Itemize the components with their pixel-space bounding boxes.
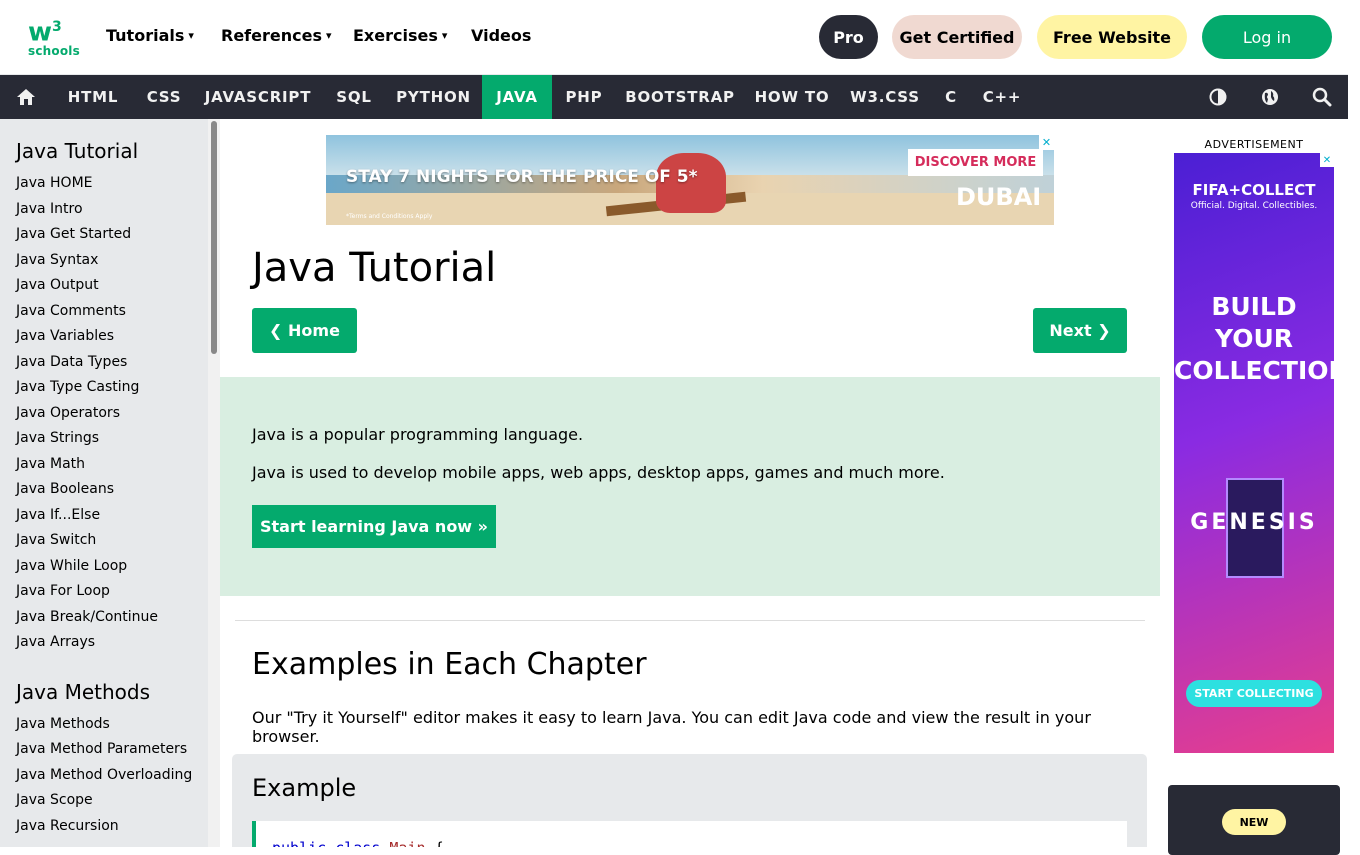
intro-text: Java is a popular programming language. xyxy=(252,425,584,444)
sidebar-section-title: Java Methods xyxy=(16,679,151,704)
section-heading: Examples in Each Chapter xyxy=(252,647,647,682)
main-content: STAY 7 NIGHTS FOR THE PRICE OF 5* *Terms… xyxy=(220,119,1160,847)
nav-item-javascript[interactable]: JAVASCRIPT xyxy=(196,75,320,119)
sidebar-item-java-variables[interactable]: Java Variables xyxy=(0,324,208,350)
topnav-references[interactable]: References ▾ xyxy=(221,26,332,45)
sidebar-item-java-if-else[interactable]: Java If...Else xyxy=(0,503,208,529)
contrast-icon[interactable] xyxy=(1196,75,1240,119)
login-button[interactable]: Log in xyxy=(1202,15,1332,59)
ad-terms: *Terms and Conditions Apply xyxy=(346,213,433,220)
divider xyxy=(235,620,1145,621)
sidebar-section-title: Java Tutorial xyxy=(16,139,139,163)
sidebar-item-java-booleans[interactable]: Java Booleans xyxy=(0,477,208,503)
sidebar-item-java-method-parameters[interactable]: Java Method Parameters xyxy=(0,737,208,763)
sidebar-item-java-arrays[interactable]: Java Arrays xyxy=(0,630,208,656)
sidebar-item-java-output[interactable]: Java Output xyxy=(0,273,208,299)
sidebar-item-java-switch[interactable]: Java Switch xyxy=(0,528,208,554)
sidebar-item-java-for-loop[interactable]: Java For Loop xyxy=(0,579,208,605)
sidebar-item-java-method-overloading[interactable]: Java Method Overloading xyxy=(0,763,208,789)
sidebar-item-java-syntax[interactable]: Java Syntax xyxy=(0,248,208,274)
code-line: public class Main { xyxy=(272,839,444,847)
caret-down-icon: ▾ xyxy=(441,29,448,42)
ad-brand: DUBAI xyxy=(956,183,1042,211)
page-title: Java Tutorial xyxy=(252,245,497,291)
sidebar-item-java-home[interactable]: Java HOME xyxy=(0,171,208,197)
ad-close-icon[interactable]: ✕ xyxy=(1320,153,1334,167)
prev-home-button[interactable]: ❮ Home xyxy=(252,308,357,353)
sidebar-item-java-while-loop[interactable]: Java While Loop xyxy=(0,554,208,580)
ad-headline: BUILD YOUR COLLECTION xyxy=(1174,292,1334,385)
globe-icon[interactable] xyxy=(1248,75,1292,119)
right-column: ADVERTISEMENT FIFA+COLLECT Official. Dig… xyxy=(1160,119,1348,855)
search-icon[interactable] xyxy=(1300,75,1344,119)
sidebar: Java Tutorial Java HOME Java Intro Java … xyxy=(0,119,208,847)
nav-item-python[interactable]: PYTHON xyxy=(387,75,480,119)
new-badge: NEW xyxy=(1222,809,1286,835)
topnav-tutorials[interactable]: Tutorials ▾ xyxy=(106,26,194,45)
nav-item-sql[interactable]: SQL xyxy=(325,75,383,119)
sidebar-item-java-intro[interactable]: Java Intro xyxy=(0,197,208,223)
home-icon[interactable] xyxy=(0,75,52,119)
main-navbar: HTML CSS JAVASCRIPT SQL PYTHON JAVA PHP … xyxy=(0,75,1348,119)
skyscraper-ad[interactable]: FIFA+COLLECT Official. Digital. Collecti… xyxy=(1174,153,1334,753)
ad-tagline: Official. Digital. Collectibles. xyxy=(1190,201,1318,211)
sidebar-item-java-break-continue[interactable]: Java Break/Continue xyxy=(0,605,208,631)
sidebar-item-java-get-started[interactable]: Java Get Started xyxy=(0,222,208,248)
ad-close-icon[interactable]: ✕ xyxy=(1039,135,1054,150)
ad-start-collecting-button[interactable]: START COLLECTING xyxy=(1186,680,1322,707)
get-certified-button[interactable]: Get Certified xyxy=(892,15,1022,59)
section-description: Our "Try it Yourself" editor makes it ea… xyxy=(252,708,1091,746)
next-button[interactable]: Next ❯ xyxy=(1033,308,1127,353)
nav-item-w3css[interactable]: W3.CSS xyxy=(844,75,926,119)
nav-item-php[interactable]: PHP xyxy=(556,75,612,119)
ad-discover-more-button[interactable]: DISCOVER MORE xyxy=(908,149,1043,176)
promo-card[interactable]: NEW xyxy=(1168,785,1340,855)
sidebar-item-java-methods[interactable]: Java Methods xyxy=(0,712,208,738)
nav-item-bootstrap[interactable]: BOOTSTRAP xyxy=(620,75,740,119)
topnav-videos[interactable]: Videos xyxy=(471,26,531,45)
free-website-button[interactable]: Free Website xyxy=(1037,15,1187,59)
caret-down-icon: ▾ xyxy=(188,29,194,42)
sidebar-item-java-recursion[interactable]: Java Recursion xyxy=(0,814,208,840)
nav-item-how-to[interactable]: HOW TO xyxy=(748,75,836,119)
code-block: public class Main { xyxy=(252,821,1127,847)
sidebar-item-java-math[interactable]: Java Math xyxy=(0,452,208,478)
ad-brand: FIFA+COLLECT xyxy=(1192,181,1316,199)
caret-down-icon: ▾ xyxy=(325,29,332,42)
intro-text: Java is used to develop mobile apps, web… xyxy=(252,463,945,482)
sidebar-item-java-type-casting[interactable]: Java Type Casting xyxy=(0,375,208,401)
topnav-exercises[interactable]: Exercises ▾ xyxy=(353,26,447,45)
example-box: Example public class Main { xyxy=(232,754,1147,847)
nav-item-cpp[interactable]: C++ xyxy=(976,75,1028,119)
advertisement-label: ADVERTISEMENT xyxy=(1204,138,1304,151)
pro-button[interactable]: Pro xyxy=(819,15,878,59)
example-title: Example xyxy=(252,774,357,802)
top-header: w3 schools Tutorials ▾ References ▾ Exerci… xyxy=(0,0,1348,75)
ad-product-name: GENESIS xyxy=(1190,510,1318,535)
sidebar-item-java-data-types[interactable]: Java Data Types xyxy=(0,350,208,376)
nav-item-html[interactable]: HTML xyxy=(55,75,131,119)
sidebar-item-java-operators[interactable]: Java Operators xyxy=(0,401,208,427)
ad-headline: STAY 7 NIGHTS FOR THE PRICE OF 5* xyxy=(346,167,698,187)
sidebar-item-java-comments[interactable]: Java Comments xyxy=(0,299,208,325)
sidebar-item-java-strings[interactable]: Java Strings xyxy=(0,426,208,452)
ad-banner[interactable]: STAY 7 NIGHTS FOR THE PRICE OF 5* *Terms… xyxy=(326,135,1054,225)
w3schools-logo[interactable]: w3 schools xyxy=(28,14,80,60)
sidebar-item-java-scope[interactable]: Java Scope xyxy=(0,788,208,814)
intro-panel: Java is a popular programming language. … xyxy=(220,377,1160,596)
nav-item-c[interactable]: C xyxy=(936,75,966,119)
start-learning-button[interactable]: Start learning Java now » xyxy=(252,505,496,548)
sidebar-scrollbar-thumb[interactable] xyxy=(211,121,217,354)
nav-item-css[interactable]: CSS xyxy=(134,75,194,119)
nav-item-java[interactable]: JAVA xyxy=(482,75,552,119)
